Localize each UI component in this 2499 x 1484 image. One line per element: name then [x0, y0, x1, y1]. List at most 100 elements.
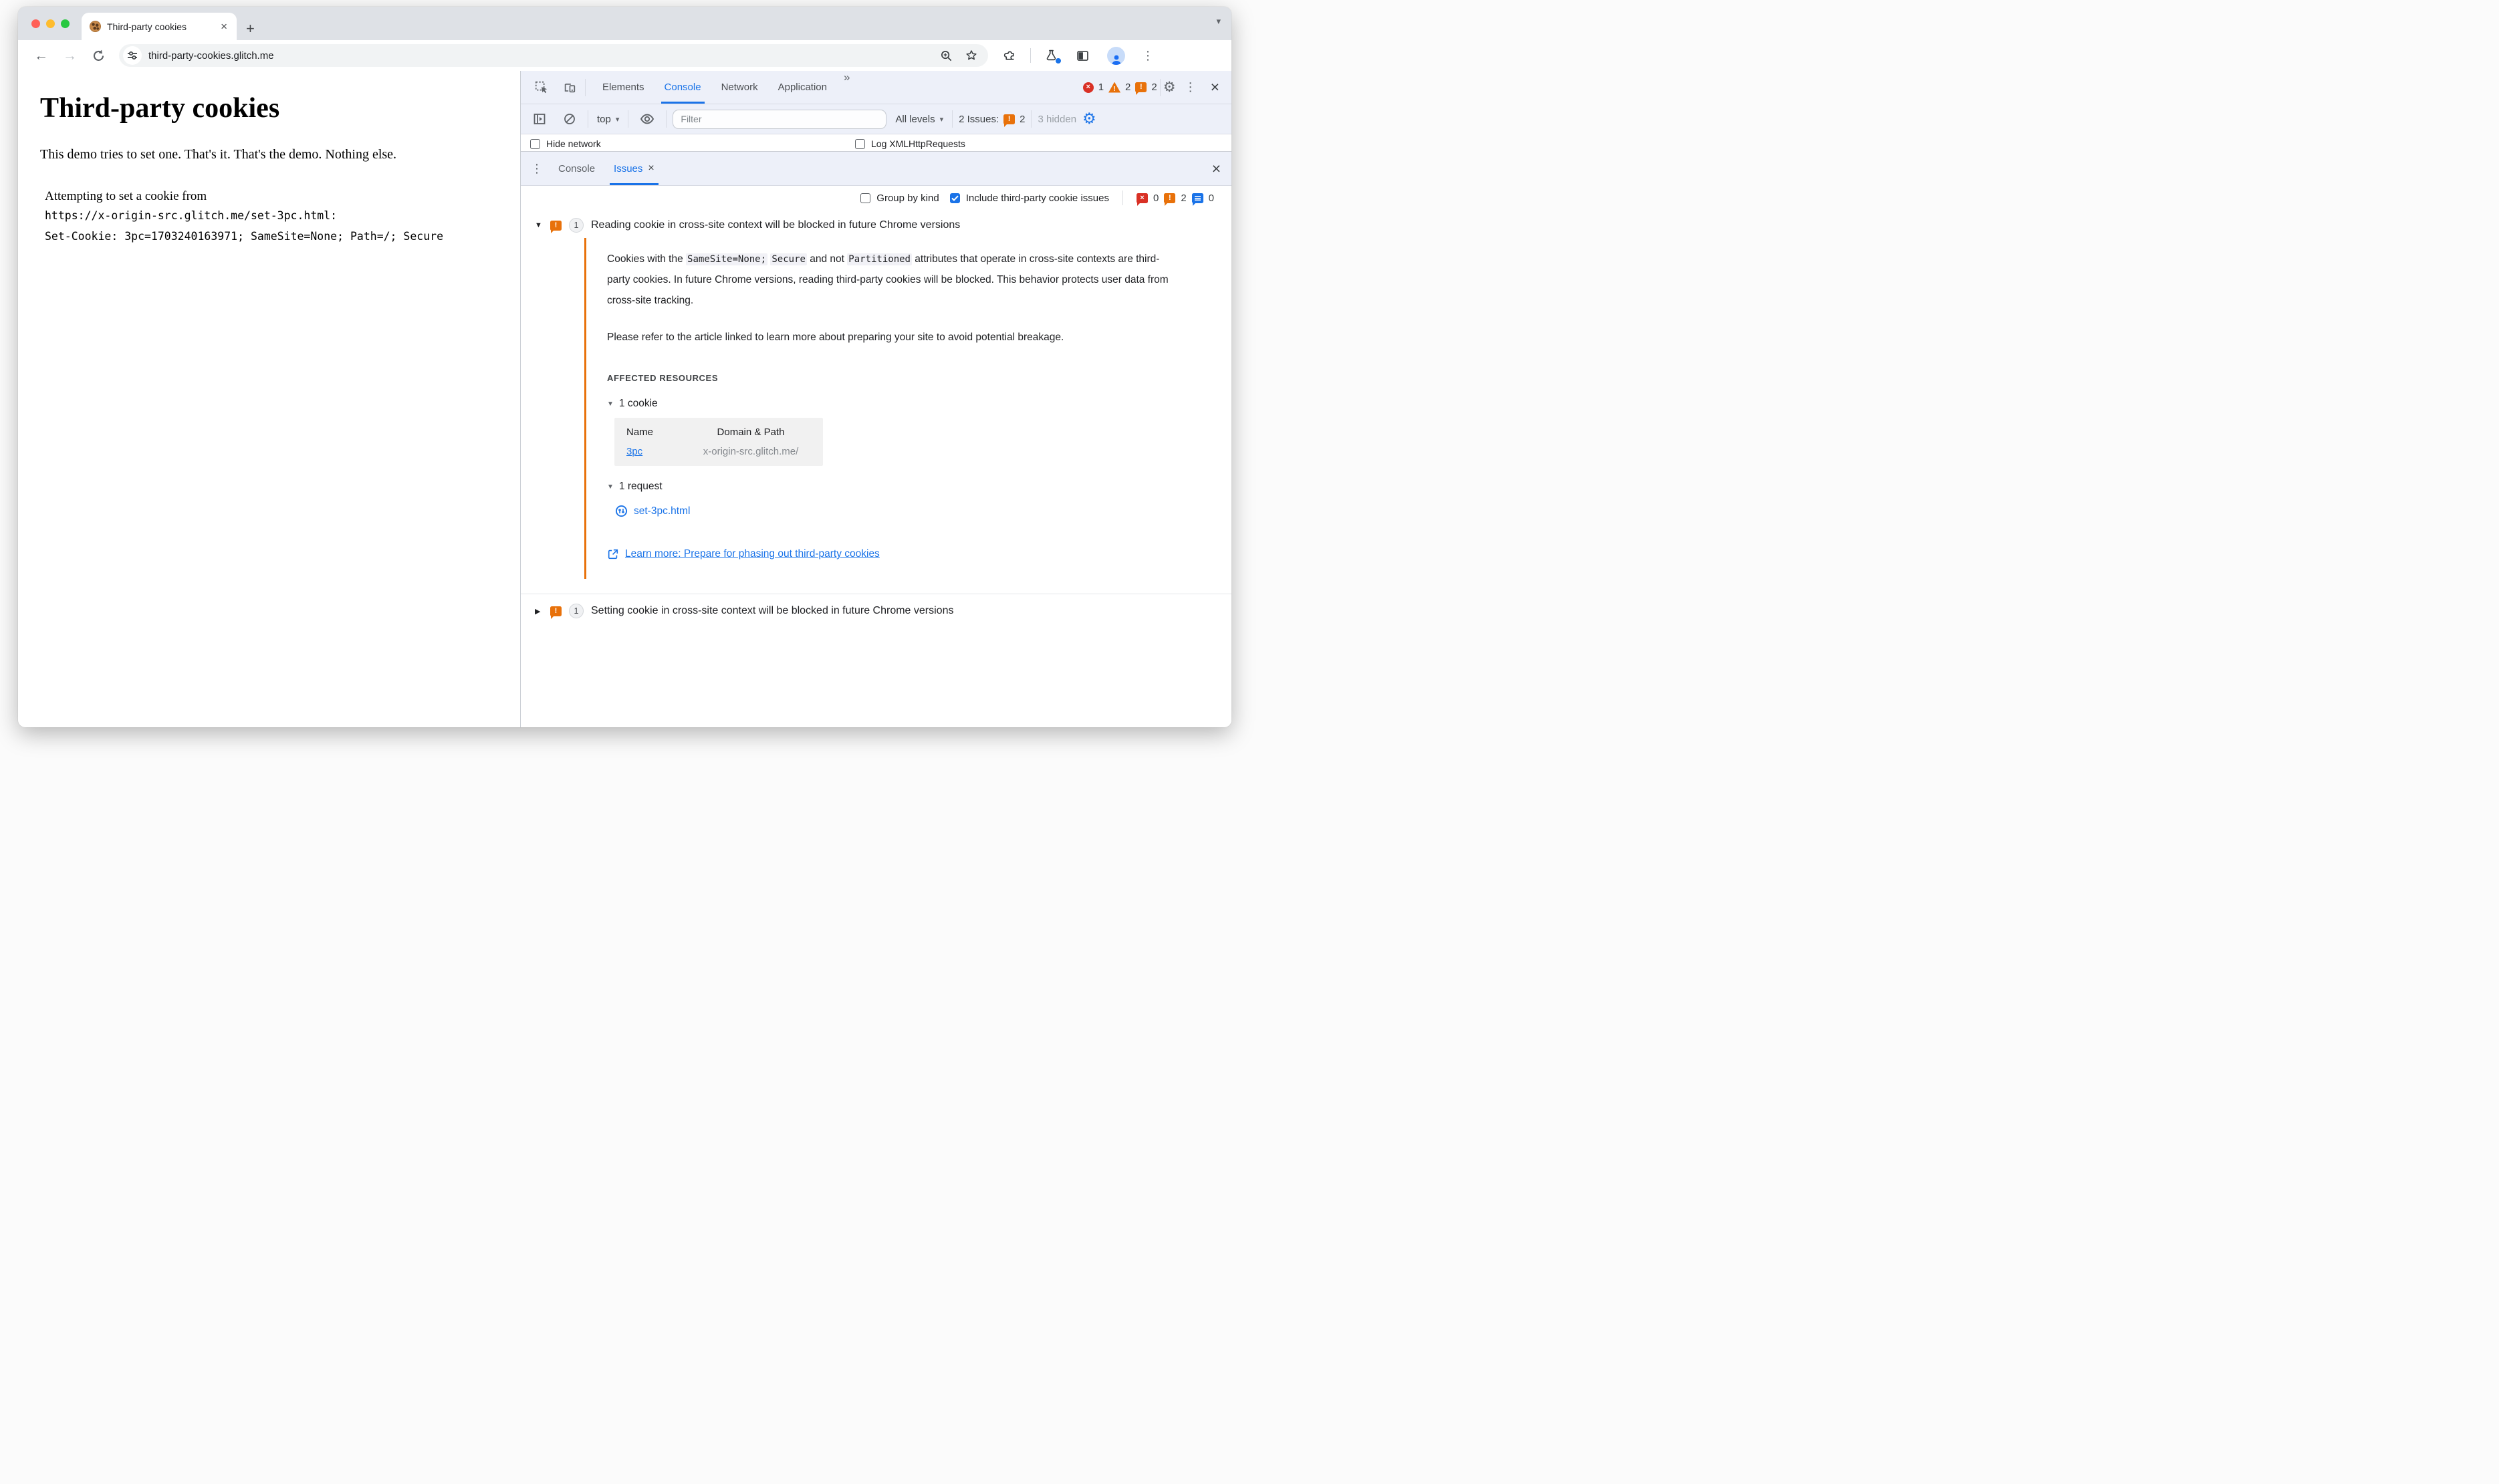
profile-avatar[interactable] — [1100, 46, 1132, 65]
levels-value: All levels — [895, 113, 935, 125]
bookmark-star-icon[interactable] — [959, 49, 984, 62]
checkbox-checked-icon[interactable] — [949, 193, 960, 203]
tab-application[interactable]: Application — [768, 71, 837, 104]
back-button[interactable]: ← — [29, 49, 53, 63]
filter-input[interactable] — [673, 109, 887, 129]
drawer-tab-close-icon[interactable]: × — [648, 162, 654, 174]
include-third-party-checkbox[interactable]: Include third-party cookie issues — [949, 192, 1109, 204]
breaking-change-icon: ! — [550, 220, 562, 233]
url-text[interactable]: third-party-cookies.glitch.me — [148, 50, 934, 61]
code-partitioned: Partitioned — [847, 253, 912, 265]
side-panel-icon[interactable] — [1069, 49, 1096, 63]
checkbox-icon[interactable] — [855, 138, 865, 149]
devtools-menu-icon[interactable]: ⋮ — [1179, 80, 1203, 94]
browser-toolbar: ← → third-party-cookies.glitch.me ⋮ — [18, 40, 1231, 71]
new-tab-button[interactable]: + — [237, 21, 263, 40]
issue-description-1: Cookies with the SameSite=None; Secure a… — [607, 253, 1169, 306]
more-tabs-icon[interactable]: » — [837, 71, 856, 104]
devtools-close-icon[interactable]: × — [1205, 80, 1225, 95]
improvement-count: 0 — [1208, 192, 1214, 204]
drawer-tab-issues-label: Issues — [614, 162, 643, 174]
chevron-down-icon: ▾ — [615, 115, 620, 124]
site-settings-icon[interactable] — [123, 46, 142, 65]
hide-network-label: Hide network — [546, 138, 601, 149]
browser-menu-icon[interactable]: ⋮ — [1136, 49, 1160, 63]
attempt-line: Attempting to set a cookie from — [45, 189, 207, 203]
affected-resources-heading: AFFECTED RESOURCES — [607, 373, 719, 383]
extensions-icon[interactable] — [996, 49, 1024, 63]
tab-elements[interactable]: Elements — [592, 71, 654, 104]
reload-button[interactable] — [86, 49, 111, 63]
issue-row-setting-cookie[interactable]: ▶ ! 1 Setting cookie in cross-site conte… — [521, 594, 1231, 624]
include-third-party-label: Include third-party cookie issues — [965, 192, 1109, 204]
issue-count-pill: 1 — [569, 218, 584, 233]
learn-more-link[interactable]: Learn more: Prepare for phasing out thir… — [607, 548, 1173, 560]
table-row: 3pc x-origin-src.glitch.me/ — [614, 441, 823, 460]
clear-console-icon[interactable] — [558, 112, 582, 126]
inspect-element-icon[interactable] — [529, 80, 554, 95]
attempt-url-line: https://x-origin-src.glitch.me/set-3pc.h… — [45, 209, 338, 222]
devtools-panel: Elements Console Network Application » ×… — [521, 71, 1231, 727]
log-xhr-checkbox[interactable]: Log XMLHttpRequests — [855, 138, 965, 149]
close-window-button[interactable] — [31, 19, 40, 28]
chevron-down-icon: ▾ — [939, 115, 944, 124]
tab-network[interactable]: Network — [711, 71, 768, 104]
issues-toolbar-divider — [1122, 191, 1123, 205]
cookie-attempt-block: Attempting to set a cookie from https://… — [45, 189, 520, 245]
devtools-settings-icon[interactable]: ⚙ — [1163, 80, 1176, 94]
expanded-triangle-icon[interactable]: ▼ — [535, 221, 543, 229]
issue-row-reading-cookie[interactable]: ▼ ! 1 Reading cookie in cross-site conte… — [521, 210, 1231, 238]
hidden-messages-label[interactable]: 3 hidden — [1038, 114, 1076, 125]
zoom-window-button[interactable] — [61, 19, 70, 28]
tab-search-icon[interactable]: ▾ — [1216, 16, 1221, 27]
code-secure: Secure — [770, 253, 807, 265]
tab-strip: Third-party cookies × + ▾ — [18, 7, 1231, 40]
request-file-label: set-3pc.html — [634, 505, 691, 517]
request-link[interactable]: set-3pc.html — [615, 505, 1173, 517]
cookie-group-toggle[interactable]: ▼ 1 cookie — [607, 398, 1173, 410]
drawer-menu-icon[interactable]: ⋮ — [525, 162, 549, 176]
device-toolbar-icon[interactable] — [557, 80, 582, 95]
console-settings-icon[interactable]: ⚙ — [1082, 111, 1096, 127]
console-sidebar-icon[interactable] — [527, 112, 552, 126]
experiments-flask-icon[interactable] — [1038, 49, 1065, 64]
minimize-window-button[interactable] — [46, 19, 55, 28]
cookie-name-link[interactable]: 3pc — [626, 446, 642, 457]
warning-icon: ! — [1108, 82, 1121, 93]
tab-close-icon[interactable]: × — [218, 19, 230, 33]
collapsed-triangle-icon[interactable]: ▶ — [535, 607, 543, 616]
log-xhr-label: Log XMLHttpRequests — [871, 138, 965, 149]
desktop-background: Third-party cookies × + ▾ ← → third-part… — [0, 0, 1250, 742]
improvement-icon — [1191, 193, 1203, 206]
issue-description-2: Please refer to the article linked to le… — [607, 332, 1064, 343]
forward-button: → — [63, 47, 77, 64]
issues-icon: ! — [1003, 114, 1016, 127]
issues-count: 2 — [1151, 82, 1157, 93]
checkbox-icon[interactable] — [860, 193, 871, 203]
tab-console[interactable]: Console — [654, 71, 711, 104]
hide-network-checkbox[interactable]: Hide network — [530, 138, 601, 149]
tabbar-divider-right — [1159, 78, 1161, 96]
devtools-status-badges[interactable]: × 1 ! 2 ! 2 — [1082, 82, 1157, 95]
log-levels-selector[interactable]: All levels ▾ — [892, 114, 946, 125]
live-expression-eye-icon[interactable] — [634, 112, 660, 126]
error-count: 1 — [1098, 82, 1104, 93]
browser-tab[interactable]: Third-party cookies × — [82, 13, 237, 40]
zoom-page-icon[interactable] — [934, 49, 959, 62]
drawer-close-icon[interactable]: × — [1207, 160, 1226, 176]
flask-badge-dot — [1055, 57, 1062, 64]
toolbar-divider — [1030, 48, 1031, 63]
page-paragraph: This demo tries to set one. That's it. T… — [40, 147, 397, 162]
drawer-tab-issues[interactable]: Issues × — [604, 152, 664, 185]
drawer-tab-console[interactable]: Console — [549, 152, 604, 185]
console-toolbar-divider5 — [1031, 110, 1032, 128]
request-group-toggle[interactable]: ▼ 1 request — [607, 481, 1173, 493]
drawer-tabbar: ⋮ Console Issues × × — [521, 151, 1231, 186]
warning-count: 2 — [1125, 82, 1131, 93]
group-by-kind-checkbox[interactable]: Group by kind — [860, 193, 939, 204]
url-bar[interactable]: third-party-cookies.glitch.me — [119, 44, 988, 67]
issues-counter-button[interactable]: 2 Issues: ! 2 — [959, 114, 1025, 127]
context-selector[interactable]: top ▾ — [594, 114, 622, 125]
checkbox-icon[interactable] — [530, 138, 540, 149]
network-request-icon — [615, 505, 628, 517]
